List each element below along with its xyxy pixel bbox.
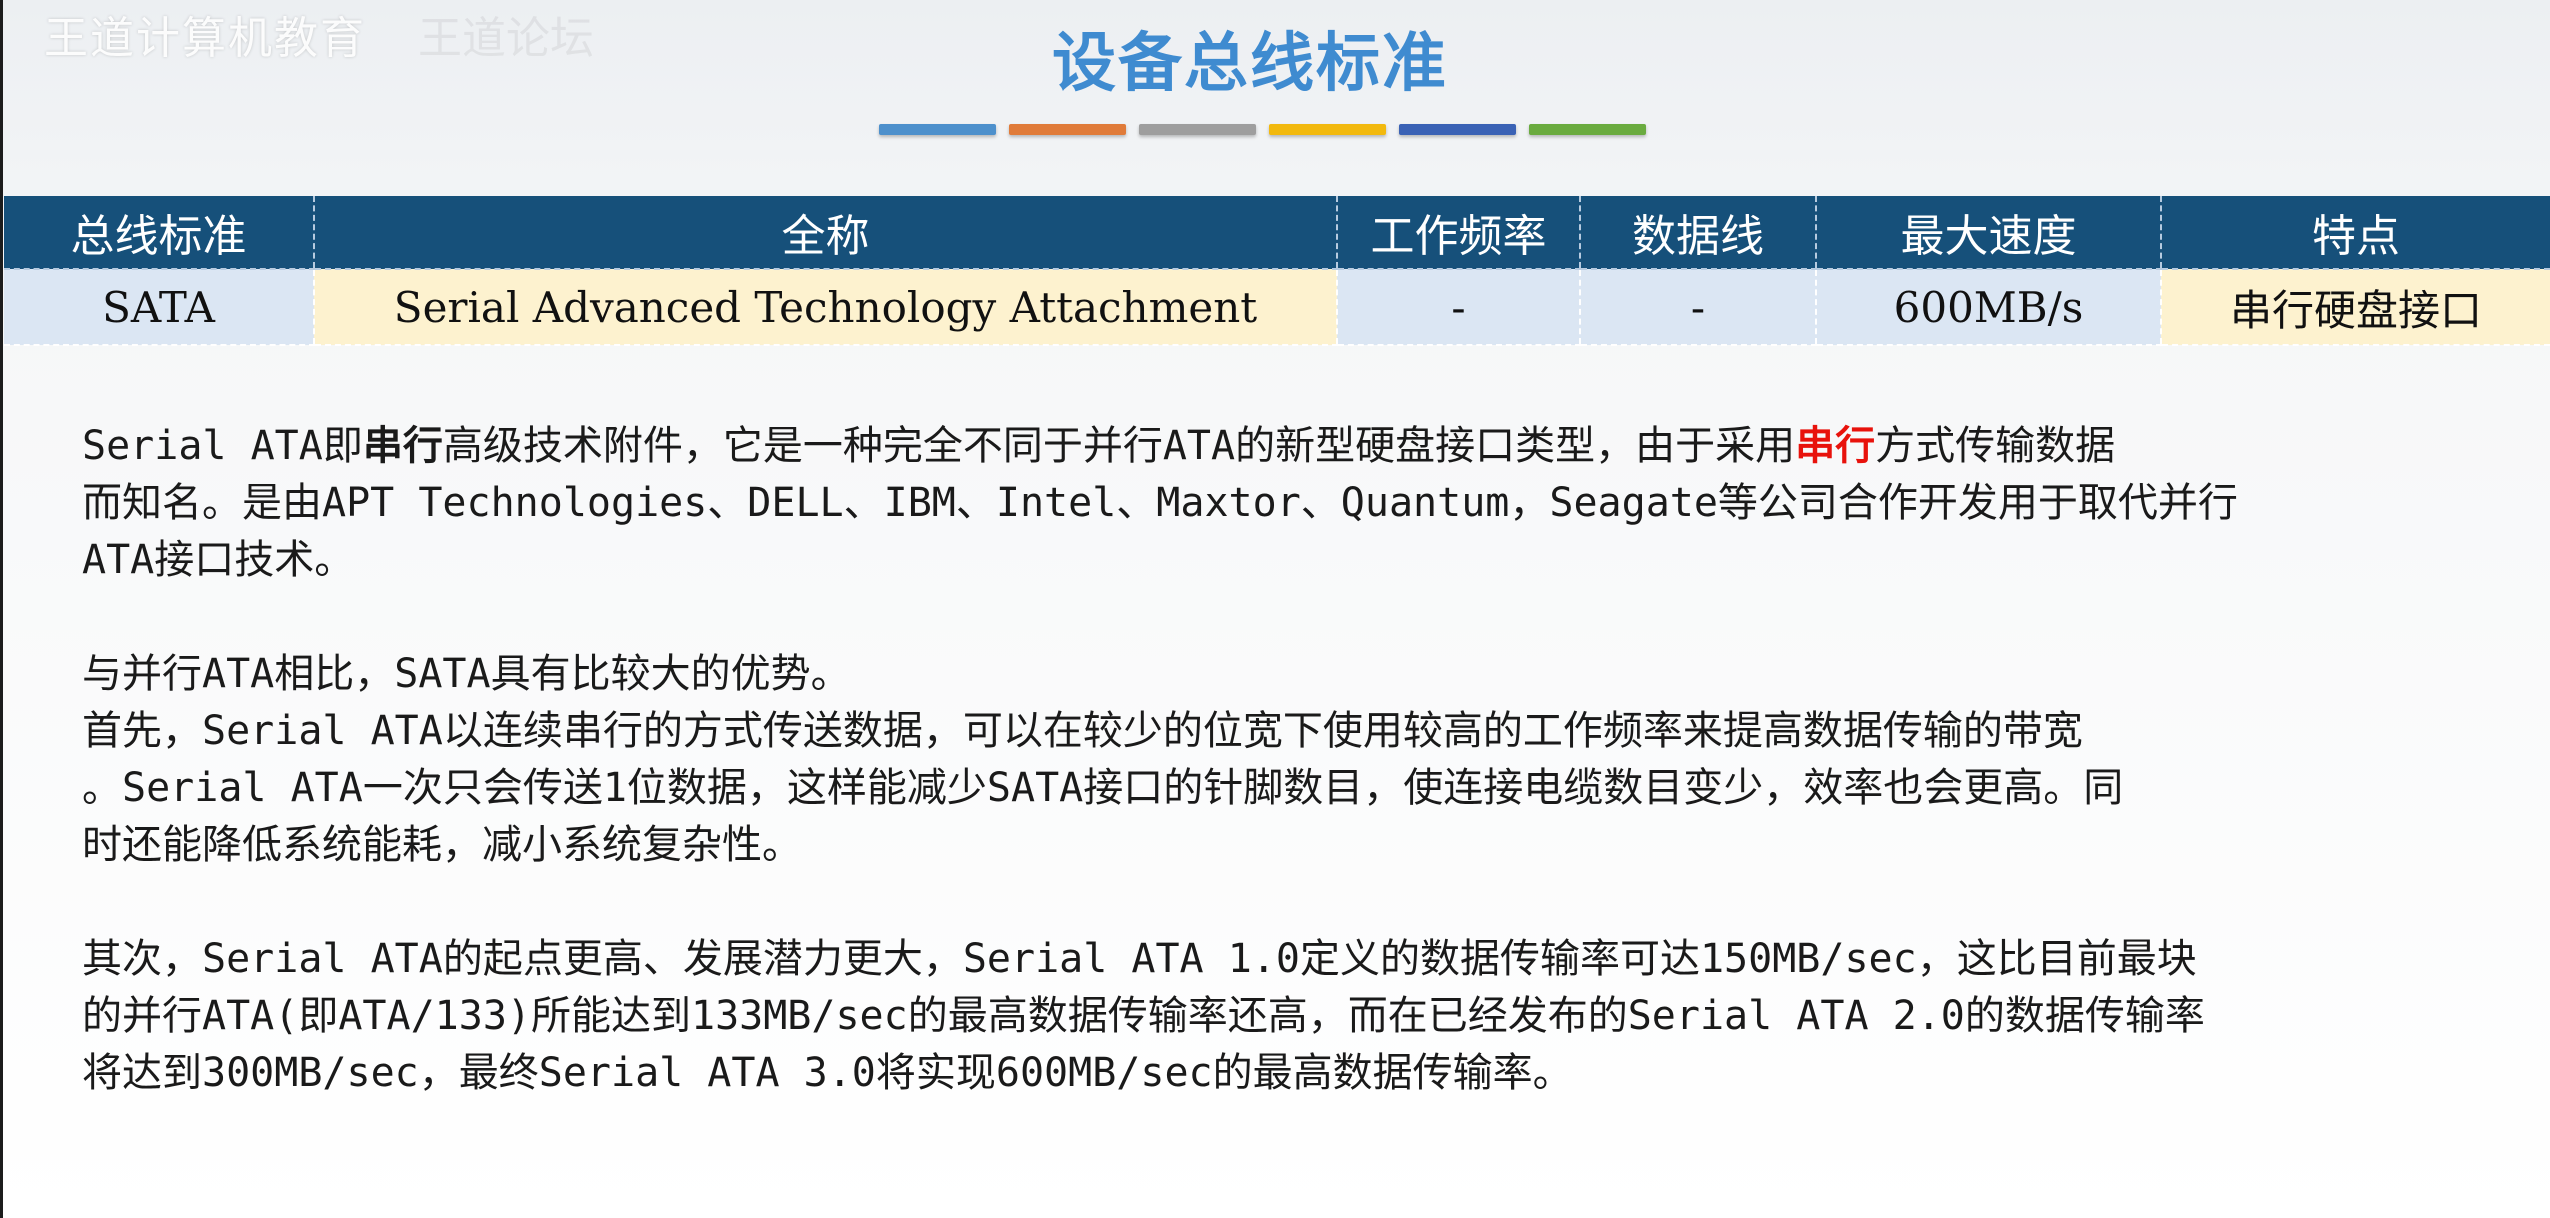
cell-frequency: -	[1336, 269, 1580, 346]
text-run: Serial ATA即	[82, 423, 363, 469]
body-text: Serial ATA即串行高级技术附件，它是一种完全不同于并行ATA的新型硬盘接…	[82, 418, 2482, 1102]
header-full-name: 全称	[313, 196, 1337, 270]
paragraph-1-line-1: Serial ATA即串行高级技术附件，它是一种完全不同于并行ATA的新型硬盘接…	[82, 418, 2482, 475]
paragraph-2-line-4: 时还能降低系统能耗，减小系统复杂性。	[82, 822, 802, 868]
bus-standard-table: 总线标准 全称 工作频率 数据线 最大速度 特点 SATA Serial Adv…	[4, 196, 2550, 346]
cell-full-name: Serial Advanced Technology Attachment	[313, 269, 1337, 346]
table-header-row: 总线标准 全称 工作频率 数据线 最大速度 特点	[4, 196, 2550, 270]
paragraph-3-line-2: 的并行ATA(即ATA/133)所能达到133MB/sec的最高数据传输率还高，…	[82, 993, 2205, 1039]
text-run: 高级技术附件，它是一种完全不同于并行ATA的新型硬盘接口类型，由于采用	[442, 423, 1796, 469]
paragraph-2-line-2: 首先，Serial ATA以连续串行的方式传送数据，可以在较少的位宽下使用较高的…	[82, 708, 2083, 754]
paragraph-2-line-3: 。Serial ATA一次只会传送1位数据，这样能减少SATA接口的针脚数目，使…	[82, 765, 2124, 811]
paragraph-1-line-3: ATA接口技术。	[82, 537, 355, 583]
accent-bar	[879, 124, 996, 135]
header-data-lines: 数据线	[1579, 196, 1816, 270]
paragraph-1-line-2: 而知名。是由APT Technologies、DELL、IBM、Intel、Ma…	[82, 480, 2238, 526]
window-left-edge	[0, 0, 3, 1218]
header-max-speed: 最大速度	[1815, 196, 2161, 270]
emphasis-serial: 串行	[362, 423, 443, 469]
paragraph-2-line-1: 与并行ATA相比，SATA具有比较大的优势。	[82, 651, 851, 697]
header-frequency: 工作频率	[1336, 196, 1580, 270]
header-features: 特点	[2160, 196, 2550, 270]
cell-bus-standard: SATA	[4, 269, 314, 346]
cell-features: 串行硬盘接口	[2160, 269, 2550, 346]
accent-bar	[1269, 124, 1386, 135]
accent-bar	[1529, 124, 1646, 135]
accent-bar	[1139, 124, 1256, 135]
accent-bar	[1399, 124, 1516, 135]
highlight-serial: 串行	[1795, 423, 1876, 469]
header-bus-standard: 总线标准	[4, 196, 314, 270]
paragraph-3-line-1: 其次，Serial ATA的起点更高、发展潜力更大，Serial ATA 1.0…	[82, 936, 2197, 982]
cell-max-speed: 600MB/s	[1815, 269, 2161, 346]
cell-data-lines: -	[1579, 269, 1816, 346]
paragraph-3-line-3: 将达到300MB/sec，最终Serial ATA 3.0将实现600MB/se…	[82, 1050, 1573, 1096]
accent-bar	[1009, 124, 1126, 135]
accent-bars	[879, 124, 1646, 135]
slide-title: 设备总线标准	[1052, 27, 1448, 101]
table-row: SATA Serial Advanced Technology Attachme…	[4, 269, 2550, 346]
text-run: 方式传输数据	[1875, 423, 2116, 469]
